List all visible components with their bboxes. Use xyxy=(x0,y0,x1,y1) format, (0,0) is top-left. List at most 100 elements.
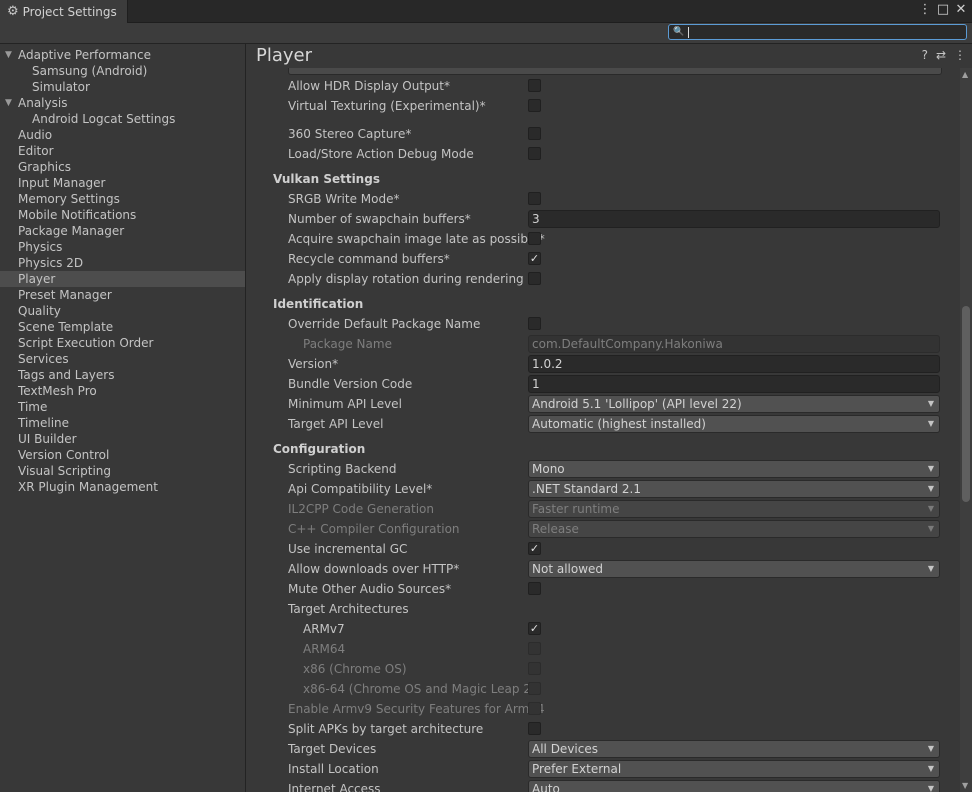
internet-access-dropdown[interactable]: Auto ▼ xyxy=(528,780,940,792)
install-location-dropdown[interactable]: Prefer External ▼ xyxy=(528,760,940,778)
sidebar-item-label: XR Plugin Management xyxy=(18,480,158,494)
sidebar-item-quality[interactable]: Quality xyxy=(0,303,245,319)
sidebar-item-label: Simulator xyxy=(32,80,90,94)
swapchain-buffers-field[interactable]: 3 xyxy=(528,210,940,228)
close-icon[interactable]: ✕ xyxy=(954,2,968,17)
incremental-gc-checkbox[interactable]: ✓ xyxy=(528,542,541,555)
sidebar-item-label: Services xyxy=(18,352,69,366)
sidebar-item-xr-plugin-management[interactable]: XR Plugin Management xyxy=(0,479,245,495)
cpp-compiler-row: C++ Compiler Configuration Release ▼ xyxy=(264,519,942,539)
sidebar-item-memory-settings[interactable]: Memory Settings xyxy=(0,191,245,207)
sidebar-item-android-logcat-settings[interactable]: Android Logcat Settings xyxy=(0,111,245,127)
project-settings-tab[interactable]: ⚙ Project Settings xyxy=(0,0,128,23)
recycle-buffers-checkbox[interactable]: ✓ xyxy=(528,252,541,265)
acquire-late-row: Acquire swapchain image late as possible… xyxy=(288,232,545,246)
sidebar-item-tags-and-layers[interactable]: Tags and Layers xyxy=(0,367,245,383)
version-field[interactable]: 1.0.2 xyxy=(528,355,940,373)
srgb-checkbox[interactable] xyxy=(528,192,541,205)
sidebar-item-package-manager[interactable]: Package Manager xyxy=(0,223,245,239)
more-menu-icon[interactable]: ⋮ xyxy=(954,48,966,62)
scroll-down-icon[interactable]: ▼ xyxy=(962,781,968,790)
preset-icon[interactable]: ⇄ xyxy=(936,48,946,62)
split-apks-checkbox[interactable] xyxy=(528,722,541,735)
sidebar-item-graphics[interactable]: Graphics xyxy=(0,159,245,175)
identification-header: Identification xyxy=(273,297,364,311)
cpp-compiler-dropdown: Release ▼ xyxy=(528,520,940,538)
split-apks-row: Split APKs by target architecture xyxy=(264,719,942,739)
sidebar-item-services[interactable]: Services xyxy=(0,351,245,367)
mute-audio-checkbox[interactable] xyxy=(528,582,541,595)
sidebar-item-input-manager[interactable]: Input Manager xyxy=(0,175,245,191)
acquire-late-checkbox[interactable] xyxy=(528,232,541,245)
sidebar-item-textmesh-pro[interactable]: TextMesh Pro xyxy=(0,383,245,399)
sidebar-item-scene-template[interactable]: Scene Template xyxy=(0,319,245,335)
display-rotation-row: Apply display rotation during rendering xyxy=(264,269,942,289)
sidebar-item-player[interactable]: Player xyxy=(0,271,245,287)
api-compat-dropdown[interactable]: .NET Standard 2.1 ▼ xyxy=(528,480,940,498)
version-row: Version* 1.0.2 xyxy=(264,354,942,374)
sidebar-item-label: Samsung (Android) xyxy=(32,64,148,78)
gear-icon: ⚙ xyxy=(7,4,19,19)
sidebar-item-time[interactable]: Time xyxy=(0,399,245,415)
sidebar-item-label: Adaptive Performance xyxy=(18,48,151,62)
load-store-debug-row: Load/Store Action Debug Mode xyxy=(264,144,942,164)
sidebar-item-label: Memory Settings xyxy=(18,192,120,206)
hdr-output-checkbox[interactable] xyxy=(528,79,541,92)
armv7-checkbox[interactable]: ✓ xyxy=(528,622,541,635)
maximize-icon[interactable]: □ xyxy=(936,2,950,17)
scroll-up-icon[interactable]: ▲ xyxy=(962,70,968,79)
sidebar-item-analysis[interactable]: ▼ Analysis xyxy=(0,95,245,111)
sidebar-item-audio[interactable]: Audio xyxy=(0,127,245,143)
sidebar-item-version-control[interactable]: Version Control xyxy=(0,447,245,463)
mute-audio-row: Mute Other Audio Sources* xyxy=(264,579,942,599)
target-devices-dropdown[interactable]: All Devices ▼ xyxy=(528,740,940,758)
sidebar-item-label: Package Manager xyxy=(18,224,125,238)
vertical-scrollbar[interactable]: ▲ ▼ xyxy=(960,68,972,792)
stereo-capture-checkbox[interactable] xyxy=(528,127,541,140)
dropdown-arrow-icon: ▼ xyxy=(927,784,934,792)
armv9-security-row: Enable Armv9 Security Features for Arm64 xyxy=(288,702,545,716)
sidebar-item-visual-scripting[interactable]: Visual Scripting xyxy=(0,463,245,479)
min-api-dropdown[interactable]: Android 5.1 'Lollipop' (API level 22) ▼ xyxy=(528,395,940,413)
sidebar-item-label: Graphics xyxy=(18,160,71,174)
sidebar-item-mobile-notifications[interactable]: Mobile Notifications xyxy=(0,207,245,223)
sidebar-item-physics-2d[interactable]: Physics 2D xyxy=(0,255,245,271)
dropdown-arrow-icon: ▼ xyxy=(927,504,934,513)
bundle-version-field[interactable]: 1 xyxy=(528,375,940,393)
sidebar-item-physics[interactable]: Physics xyxy=(0,239,245,255)
sidebar-item-editor[interactable]: Editor xyxy=(0,143,245,159)
dropdown-arrow-icon: ▼ xyxy=(927,419,934,428)
arm64-row: ARM64 xyxy=(264,639,942,659)
scrollbar-thumb[interactable] xyxy=(962,306,970,502)
display-rotation-checkbox[interactable] xyxy=(528,272,541,285)
sidebar-item-samsung-android[interactable]: Samsung (Android) xyxy=(0,63,245,79)
sidebar-item-ui-builder[interactable]: UI Builder xyxy=(0,431,245,447)
scripting-backend-dropdown[interactable]: Mono ▼ xyxy=(528,460,940,478)
target-architectures-row: Target Architectures xyxy=(288,602,409,616)
sidebar-item-label: Preset Manager xyxy=(18,288,112,302)
scripting-backend-row: Scripting Backend Mono ▼ xyxy=(264,459,942,479)
override-package-row: Override Default Package Name xyxy=(264,314,942,334)
il2cpp-dropdown: Faster runtime ▼ xyxy=(528,500,940,518)
search-input[interactable]: 🔍 xyxy=(668,24,967,40)
sidebar-item-timeline[interactable]: Timeline xyxy=(0,415,245,431)
sidebar-item-adaptive-performance[interactable]: ▼ Adaptive Performance xyxy=(0,47,245,63)
target-api-dropdown[interactable]: Automatic (highest installed) ▼ xyxy=(528,415,940,433)
load-store-debug-checkbox[interactable] xyxy=(528,147,541,160)
more-menu-icon[interactable]: ⋮ xyxy=(918,2,932,17)
sidebar-item-label: Physics xyxy=(18,240,63,254)
help-icon[interactable]: ? xyxy=(922,48,928,62)
sidebar-item-script-execution-order[interactable]: Script Execution Order xyxy=(0,335,245,351)
recycle-buffers-row: Recycle command buffers* ✓ xyxy=(288,252,541,266)
sidebar-item-preset-manager[interactable]: Preset Manager xyxy=(0,287,245,303)
sidebar-item-label: Tags and Layers xyxy=(18,368,115,382)
http-downloads-dropdown[interactable]: Not allowed ▼ xyxy=(528,560,940,578)
virtual-texturing-checkbox[interactable] xyxy=(528,99,541,112)
hdr-output-row: Allow HDR Display Output* xyxy=(264,76,942,96)
override-package-checkbox[interactable] xyxy=(528,317,541,330)
sidebar-item-simulator[interactable]: Simulator xyxy=(0,79,245,95)
expand-triangle-icon[interactable]: ▼ xyxy=(5,95,12,111)
min-api-row: Minimum API Level Android 5.1 'Lollipop'… xyxy=(264,394,942,414)
tab-title: Project Settings xyxy=(22,4,117,19)
expand-triangle-icon[interactable]: ▼ xyxy=(5,47,12,63)
